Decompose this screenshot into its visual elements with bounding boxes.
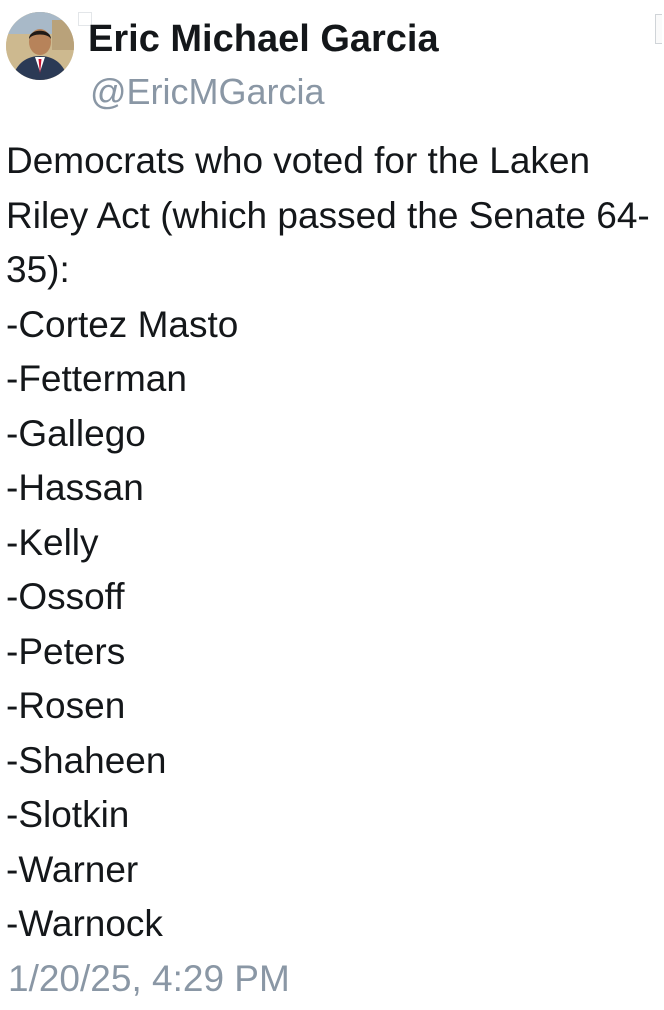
profile-photo-icon <box>6 12 74 80</box>
tweet-card: Eric Michael Garcia @EricMGarcia Democra… <box>0 0 664 1010</box>
tweet-header: Eric Michael Garcia @EricMGarcia <box>6 12 656 112</box>
voter-item: -Peters <box>6 630 126 672</box>
voter-item: -Rosen <box>6 685 126 726</box>
voter-item: -Warnock <box>6 903 163 944</box>
tweet-intro: Democrats who voted for the Laken Riley … <box>6 140 650 290</box>
voter-item: -Hassan <box>6 467 144 508</box>
author-handle[interactable]: @EricMGarcia <box>90 70 325 114</box>
tweet-body: Democrats who voted for the Laken Riley … <box>6 134 658 952</box>
author-name[interactable]: Eric Michael Garcia <box>88 16 439 62</box>
edge-marker <box>655 14 662 44</box>
voter-item: -Warner <box>6 848 139 890</box>
voter-item: -Slotkin <box>6 794 130 835</box>
voter-item: -Gallego <box>6 412 146 454</box>
voter-item: -Fetterman <box>6 358 187 399</box>
voter-item: -Kelly <box>6 521 99 563</box>
voter-item: -Cortez Masto <box>6 303 239 345</box>
voter-item: -Shaheen <box>6 739 167 781</box>
voter-item: -Ossoff <box>6 576 125 617</box>
avatar[interactable] <box>6 12 74 80</box>
tweet-timestamp[interactable]: 1/20/25, 4:29 PM <box>8 956 290 1002</box>
voter-list: -Cortez Masto -Fetterman -Gallego -Hassan -K… <box>6 298 658 952</box>
